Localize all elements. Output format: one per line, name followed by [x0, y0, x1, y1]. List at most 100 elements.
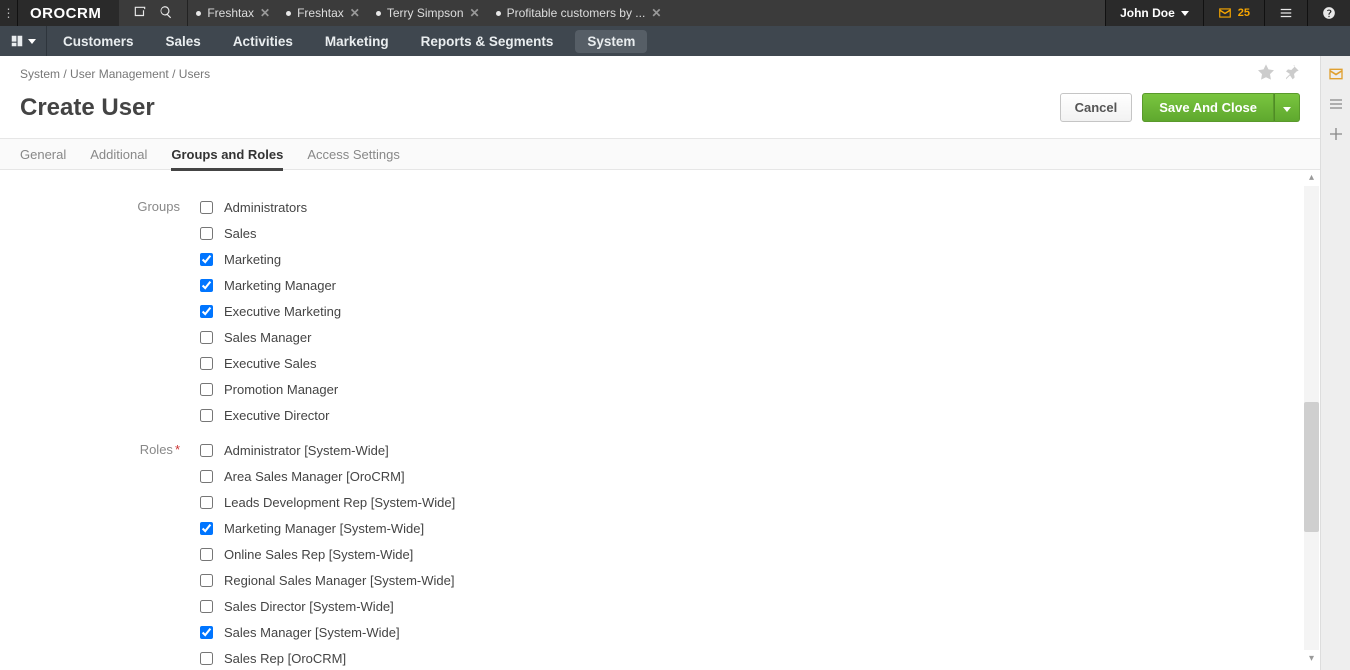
- close-icon[interactable]: ✕: [350, 6, 360, 20]
- group-item[interactable]: Sales Manager: [196, 328, 341, 347]
- breadcrumb-row: System / User Management / Users: [0, 56, 1320, 87]
- save-and-close-button[interactable]: Save And Close: [1142, 93, 1274, 122]
- group-checkbox[interactable]: [200, 253, 213, 266]
- role-label: Online Sales Rep [System-Wide]: [224, 547, 413, 562]
- scroll-thumb[interactable]: [1304, 402, 1319, 532]
- content-scroll[interactable]: Groups AdministratorsSalesMarketingMarke…: [0, 170, 1320, 666]
- rail-list-icon[interactable]: [1327, 96, 1345, 112]
- role-item[interactable]: Leads Development Rep [System-Wide]: [196, 493, 455, 512]
- dot-icon: [196, 11, 201, 16]
- save-dropdown-toggle[interactable]: [1274, 93, 1300, 122]
- role-item[interactable]: Sales Manager [System-Wide]: [196, 623, 455, 642]
- role-item[interactable]: Sales Director [System-Wide]: [196, 597, 455, 616]
- group-item[interactable]: Executive Director: [196, 406, 341, 425]
- nav-item-system[interactable]: System: [575, 30, 647, 53]
- pinned-tab[interactable]: Freshtax ✕: [278, 0, 368, 26]
- pinned-tab-label: Freshtax: [297, 6, 344, 20]
- role-item[interactable]: Sales Rep [OroCRM]: [196, 649, 455, 666]
- favorite-star-icon[interactable]: [1258, 64, 1274, 83]
- breadcrumb-separator: /: [63, 67, 66, 81]
- group-label: Sales: [224, 226, 257, 241]
- group-checkbox[interactable]: [200, 279, 213, 292]
- caret-down-icon: [1181, 11, 1189, 16]
- messages-indicator[interactable]: 25: [1203, 0, 1264, 26]
- role-checkbox[interactable]: [200, 522, 213, 535]
- role-checkbox[interactable]: [200, 470, 213, 483]
- role-checkbox[interactable]: [200, 496, 213, 509]
- user-menu[interactable]: John Doe: [1105, 0, 1203, 26]
- group-item[interactable]: Promotion Manager: [196, 380, 341, 399]
- hamburger-menu-icon[interactable]: [1264, 0, 1307, 26]
- user-name: John Doe: [1120, 6, 1175, 20]
- nav-item-sales[interactable]: Sales: [150, 26, 217, 56]
- group-item[interactable]: Executive Sales: [196, 354, 341, 373]
- roles-label-text: Roles: [140, 442, 173, 457]
- dashboard-icon-menu[interactable]: [0, 26, 47, 56]
- scroll-up-icon[interactable]: ▴: [1306, 172, 1317, 183]
- breadcrumb-item[interactable]: User Management: [70, 67, 169, 81]
- required-marker: *: [175, 442, 180, 457]
- close-icon[interactable]: ✕: [470, 6, 480, 20]
- group-checkbox[interactable]: [200, 227, 213, 240]
- group-checkbox[interactable]: [200, 409, 213, 422]
- group-label: Promotion Manager: [224, 382, 338, 397]
- pinned-tab-label: Profitable customers by ...: [507, 6, 646, 20]
- caret-down-icon: [28, 39, 36, 44]
- role-checkbox[interactable]: [200, 652, 213, 665]
- group-checkbox[interactable]: [200, 357, 213, 370]
- group-item[interactable]: Administrators: [196, 198, 341, 217]
- role-label: Sales Rep [OroCRM]: [224, 651, 346, 666]
- nav-item-marketing[interactable]: Marketing: [309, 26, 405, 56]
- group-item[interactable]: Marketing Manager: [196, 276, 341, 295]
- pinned-tab[interactable]: Freshtax✕: [188, 0, 278, 26]
- rail-add-icon[interactable]: [1327, 126, 1345, 142]
- roles-field-row: Roles* Administrator [System-Wide] Area S…: [20, 441, 1300, 666]
- brand-logo[interactable]: OROCRM: [18, 5, 119, 22]
- pin-page-icon[interactable]: [133, 5, 147, 22]
- tab-groups-and-roles[interactable]: Groups and Roles: [171, 138, 283, 171]
- vertical-scrollbar[interactable]: ▴ ▾: [1303, 172, 1319, 664]
- role-checkbox[interactable]: [200, 626, 213, 639]
- tab-additional[interactable]: Additional: [90, 147, 147, 162]
- close-icon[interactable]: ✕: [651, 6, 661, 20]
- rail-mail-icon[interactable]: [1327, 66, 1345, 82]
- search-icon[interactable]: [159, 5, 173, 22]
- group-checkbox[interactable]: [200, 331, 213, 344]
- role-item[interactable]: Marketing Manager [System-Wide]: [196, 519, 455, 538]
- dot-icon: [376, 11, 381, 16]
- groups-checkbox-list: Administrators Sales Marketing Marketing Ma…: [196, 198, 341, 425]
- pinned-tab[interactable]: Terry Simpson✕: [368, 0, 488, 26]
- nav-item-activities[interactable]: Activities: [217, 26, 309, 56]
- group-item[interactable]: Executive Marketing: [196, 302, 341, 321]
- tab-general[interactable]: General: [20, 147, 66, 162]
- cancel-button[interactable]: Cancel: [1060, 93, 1133, 122]
- scroll-down-icon[interactable]: ▾: [1306, 653, 1317, 664]
- role-label: Administrator [System-Wide]: [224, 443, 389, 458]
- group-checkbox[interactable]: [200, 383, 213, 396]
- breadcrumb-item[interactable]: System: [20, 67, 60, 81]
- breadcrumb-item[interactable]: Users: [179, 67, 210, 81]
- role-label: Sales Director [System-Wide]: [224, 599, 394, 614]
- role-checkbox[interactable]: [200, 444, 213, 457]
- tab-access-settings[interactable]: Access Settings: [307, 147, 400, 162]
- group-checkbox[interactable]: [200, 201, 213, 214]
- nav-item-reports-segments[interactable]: Reports & Segments: [405, 26, 570, 56]
- group-label: Marketing Manager: [224, 278, 336, 293]
- pin-icon[interactable]: [1284, 64, 1300, 83]
- pinned-tab[interactable]: Profitable customers by ... ✕: [488, 0, 670, 26]
- nav-item-customers[interactable]: Customers: [47, 26, 150, 56]
- caret-down-icon: [1283, 107, 1291, 112]
- role-item[interactable]: Online Sales Rep [System-Wide]: [196, 545, 455, 564]
- role-item[interactable]: Area Sales Manager [OroCRM]: [196, 467, 455, 486]
- role-checkbox[interactable]: [200, 600, 213, 613]
- group-checkbox[interactable]: [200, 305, 213, 318]
- close-icon[interactable]: ✕: [260, 6, 270, 20]
- group-item[interactable]: Marketing: [196, 250, 341, 269]
- role-checkbox[interactable]: [200, 548, 213, 561]
- role-item[interactable]: Administrator [System-Wide]: [196, 441, 455, 460]
- role-checkbox[interactable]: [200, 574, 213, 587]
- group-item[interactable]: Sales: [196, 224, 341, 243]
- drag-handle-icon[interactable]: ⋮: [0, 0, 18, 26]
- help-icon[interactable]: [1307, 0, 1350, 26]
- role-item[interactable]: Regional Sales Manager [System-Wide]: [196, 571, 455, 590]
